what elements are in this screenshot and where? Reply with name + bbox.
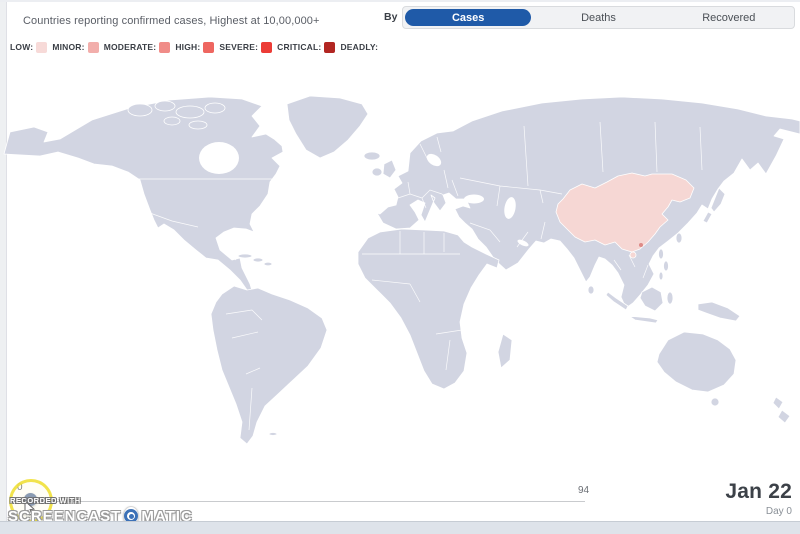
- island-shape: [711, 398, 719, 406]
- country-shape: [4, 97, 283, 294]
- metric-tab-control: Cases Deaths Recovered: [402, 6, 795, 29]
- legend-item-high: HIGH:: [175, 42, 214, 53]
- watermark-recorded-with: RECORDED WITH: [10, 496, 168, 505]
- bottom-strip: [0, 521, 800, 534]
- island-shape: [189, 121, 207, 129]
- island-shape: [253, 258, 263, 262]
- legend-swatch-critical: [324, 42, 335, 53]
- timeline-max-label: 94: [578, 485, 589, 496]
- island-shape: [498, 334, 512, 368]
- legend-label: HIGH:: [175, 42, 200, 52]
- world-map-canvas[interactable]: [0, 82, 800, 482]
- island-shape: [269, 433, 277, 436]
- legend-item-low: LOW:: [10, 42, 47, 53]
- island-shape: [588, 286, 594, 294]
- legend-swatch-low: [36, 42, 47, 53]
- legend-label: MINOR:: [52, 42, 84, 52]
- legend-label: CRITICAL:: [277, 42, 321, 52]
- country-shape: [358, 229, 499, 389]
- island-shape: [664, 261, 669, 271]
- island-shape: [155, 101, 175, 111]
- tab-cases[interactable]: Cases: [405, 9, 531, 26]
- island-shape: [667, 292, 673, 304]
- island-shape: [205, 103, 225, 113]
- covid-map-app: { "header": { "title": "Countries report…: [0, 0, 800, 534]
- legend-item-critical: CRITICAL:: [277, 42, 335, 53]
- legend-label: SEVERE:: [219, 42, 258, 52]
- legend-label: DEADLY:: [340, 42, 378, 52]
- island-shape: [659, 249, 664, 259]
- island-shape: [176, 106, 204, 118]
- date-display: Jan 22 Day 0: [725, 480, 792, 517]
- legend-item-moderate: MODERATE:: [104, 42, 171, 53]
- island-hainan: [630, 252, 636, 258]
- hotspot-hong-kong: [639, 243, 643, 247]
- tab-recovered[interactable]: Recovered: [666, 9, 792, 26]
- legend-item-deadly: DEADLY:: [340, 42, 378, 53]
- country-shape: [287, 96, 368, 158]
- country-shape: [211, 286, 327, 444]
- legend-swatch-minor: [88, 42, 99, 53]
- severity-legend: LOW: MINOR: MODERATE: HIGH: SEVERE: CRIT…: [10, 40, 383, 54]
- tab-deaths[interactable]: Deaths: [535, 9, 661, 26]
- island-shape: [676, 233, 682, 243]
- island-shape: [238, 254, 252, 258]
- island-shape: [264, 262, 272, 266]
- timeline-min-label: 0: [17, 482, 23, 493]
- island-shape: [773, 397, 783, 409]
- legend-swatch-high: [203, 42, 214, 53]
- current-day: Day 0: [725, 506, 792, 517]
- island-shape: [364, 152, 380, 160]
- island-shape: [703, 212, 712, 223]
- land-masses: [4, 96, 800, 444]
- legend-item-minor: MINOR:: [52, 42, 98, 53]
- legend-item-severe: SEVERE:: [219, 42, 272, 53]
- legend-label: LOW:: [10, 42, 33, 52]
- legend-swatch-moderate: [159, 42, 170, 53]
- page-title: Countries reporting confirmed cases, Hig…: [23, 15, 320, 27]
- current-date: Jan 22: [725, 480, 792, 504]
- legend-swatch-severe: [261, 42, 272, 53]
- island-shape: [698, 302, 740, 321]
- country-shape: [657, 332, 736, 392]
- island-shape: [128, 104, 152, 116]
- island-shape: [659, 272, 663, 280]
- island-shape: [164, 117, 180, 125]
- island-shape: [629, 316, 658, 323]
- by-label: By: [384, 11, 397, 23]
- country-shape: [383, 160, 396, 178]
- island-shape: [372, 168, 382, 176]
- legend-label: MODERATE:: [104, 42, 157, 52]
- island-shape: [778, 410, 790, 423]
